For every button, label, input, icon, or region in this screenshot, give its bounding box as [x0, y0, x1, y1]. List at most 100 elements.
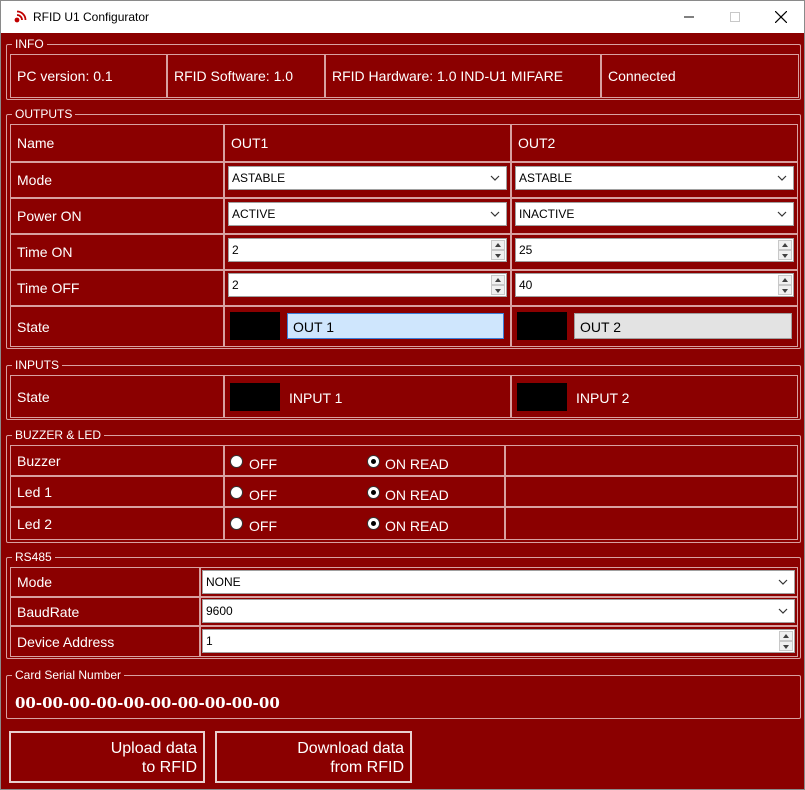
- rs485-group-label: RS485: [12, 550, 55, 564]
- inputs-group-label: INPUTS: [12, 358, 63, 372]
- rfid-app-icon: [14, 10, 27, 23]
- out2-name-cell: OUT2: [511, 124, 798, 162]
- minimize-icon: [684, 16, 694, 18]
- led2-off-label: OFF: [249, 518, 277, 534]
- spin-up-icon[interactable]: [778, 275, 792, 285]
- out1-mode-select[interactable]: ASTABLE: [228, 166, 507, 190]
- device-address-label-cell: Device Address: [10, 626, 200, 657]
- rfid-hardware-text: RFID Hardware: 1.0 IND-U1 MIFARE: [332, 68, 564, 84]
- title-bar: RFID U1 Configurator: [1, 1, 804, 33]
- close-icon: [775, 11, 787, 23]
- info-group-label: INFO: [12, 37, 47, 51]
- buzzer-led-group-label: BUZZER & LED: [12, 428, 105, 442]
- input1-label: INPUT 1: [289, 390, 343, 406]
- inputs-state-label-cell: State: [10, 375, 224, 418]
- maximize-icon: [730, 12, 740, 22]
- led2-empty-cell: [505, 507, 798, 540]
- input2-label: INPUT 2: [576, 390, 630, 406]
- out2-state-indicator: [517, 312, 567, 340]
- led1-off-radio[interactable]: [230, 486, 243, 499]
- upload-button-line1: Upload data: [110, 740, 197, 757]
- out1-power-on-value: ACTIVE: [232, 207, 276, 221]
- inputs-state-label: State: [17, 388, 50, 405]
- download-button-line1: Download data: [297, 740, 404, 757]
- spin-down-icon[interactable]: [779, 641, 793, 651]
- upload-to-rfid-button[interactable]: Upload data to RFID: [9, 731, 205, 783]
- minimize-button[interactable]: [666, 1, 712, 33]
- download-from-rfid-button[interactable]: Download data from RFID: [215, 731, 412, 783]
- out1-state-indicator: [230, 312, 280, 340]
- chevron-down-icon: [490, 175, 500, 181]
- led2-on-read-radio[interactable]: [367, 517, 380, 530]
- led2-label-cell: Led 2: [10, 507, 224, 540]
- spin-up-icon[interactable]: [491, 275, 505, 285]
- input2-indicator: [517, 383, 567, 411]
- buzzer-on-read-radio[interactable]: [367, 455, 380, 468]
- chevron-down-icon: [778, 579, 788, 585]
- rs485-mode-label: Mode: [17, 574, 53, 590]
- main-panel: INFO PC version: 0.1 RFID Software: 1.0 …: [1, 33, 804, 789]
- connection-status-cell: Connected: [601, 54, 799, 98]
- spin-up-icon[interactable]: [778, 240, 792, 250]
- out1-name-cell: OUT1: [224, 124, 511, 162]
- rs485-mode-select[interactable]: NONE: [202, 570, 795, 594]
- time-off-label-cell: Time OFF: [10, 270, 224, 306]
- buzzer-off-radio[interactable]: [230, 455, 243, 468]
- spin-down-icon[interactable]: [778, 250, 792, 260]
- app-window: RFID U1 Configurator INFO PC version: 0.…: [0, 0, 805, 790]
- led1-on-read-label: ON READ: [385, 487, 449, 503]
- time-off-row-label: Time OFF: [17, 280, 80, 296]
- led1-label: Led 1: [17, 483, 53, 500]
- out2-time-off-stepper[interactable]: 40: [515, 273, 794, 297]
- outputs-group: OUTPUTS Name OUT1 OUT2 Mode ASTABLE ASTA…: [6, 107, 801, 349]
- spin-down-icon[interactable]: [778, 285, 792, 295]
- led2-label: Led 2: [17, 515, 53, 532]
- led1-on-read-radio[interactable]: [367, 486, 380, 499]
- rs485-mode-value: NONE: [206, 575, 241, 589]
- baudrate-label: BaudRate: [17, 603, 80, 620]
- mode-row-label: Mode: [17, 172, 53, 188]
- mode-label-cell: Mode: [10, 162, 224, 198]
- rfid-software-text: RFID Software: 1.0: [174, 68, 294, 84]
- out2-time-on-value: 25: [519, 243, 533, 257]
- card-serial-number: 00-00-00-00-00-00-00-00-00-00: [15, 694, 280, 712]
- out2-power-on-select[interactable]: INACTIVE: [515, 202, 794, 226]
- rfid-software-cell: RFID Software: 1.0: [167, 54, 325, 98]
- out2-mode-select[interactable]: ASTABLE: [515, 166, 794, 190]
- out1-time-on-value: 2: [232, 243, 239, 257]
- time-on-label-cell: Time ON: [10, 234, 224, 270]
- close-button[interactable]: [758, 1, 804, 33]
- led1-off-label: OFF: [249, 487, 277, 503]
- rs485-group: RS485 Mode NONE BaudRate 9600 Device Add…: [6, 550, 801, 659]
- spin-down-icon[interactable]: [491, 250, 505, 260]
- maximize-button[interactable]: [712, 1, 758, 33]
- connection-status-text: Connected: [608, 68, 676, 84]
- spin-down-icon[interactable]: [491, 285, 505, 295]
- out1-power-on-select[interactable]: ACTIVE: [228, 202, 507, 226]
- chevron-down-icon: [490, 211, 500, 217]
- buzzer-off-label: OFF: [249, 456, 277, 472]
- baudrate-value: 9600: [206, 604, 233, 618]
- time-on-row-label: Time ON: [17, 244, 73, 260]
- baudrate-label-cell: BaudRate: [10, 597, 200, 626]
- card-serial-group: Card Serial Number 00-00-00-00-00-00-00-…: [6, 668, 801, 719]
- rfid-hardware-cell: RFID Hardware: 1.0 IND-U1 MIFARE: [325, 54, 601, 98]
- out1-time-off-stepper[interactable]: 2: [228, 273, 507, 297]
- out1-time-off-value: 2: [232, 278, 239, 292]
- buzzer-led-group: BUZZER & LED Buzzer Led 1 Led 2 OFF ON R…: [6, 428, 801, 543]
- device-address-label: Device Address: [17, 633, 115, 650]
- device-address-stepper[interactable]: 1: [202, 629, 795, 653]
- pc-version-text: PC version: 0.1: [17, 68, 113, 84]
- input1-indicator: [230, 383, 280, 411]
- out1-time-on-stepper[interactable]: 2: [228, 238, 507, 262]
- spin-up-icon[interactable]: [779, 631, 793, 641]
- download-button-line2: from RFID: [330, 759, 404, 776]
- out1-state-field[interactable]: OUT 1: [287, 313, 504, 339]
- buzzer-on-read-label: ON READ: [385, 456, 449, 472]
- out2-time-on-stepper[interactable]: 25: [515, 238, 794, 262]
- led2-off-radio[interactable]: [230, 517, 243, 530]
- led2-on-read-label: ON READ: [385, 518, 449, 534]
- spin-up-icon[interactable]: [491, 240, 505, 250]
- baudrate-select[interactable]: 9600: [202, 599, 795, 623]
- out2-state-field[interactable]: OUT 2: [574, 313, 792, 339]
